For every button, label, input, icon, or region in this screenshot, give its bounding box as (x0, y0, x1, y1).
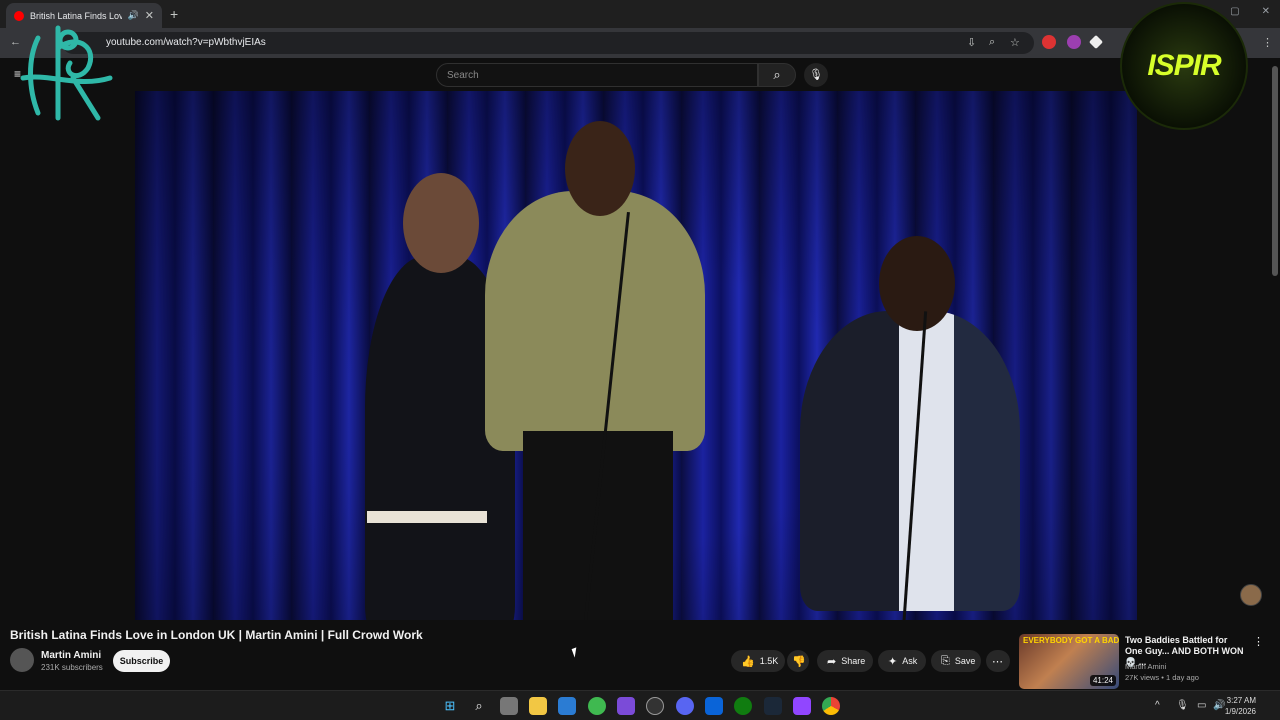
recommended-video-stats: 27K views • 1 day ago (1125, 673, 1199, 682)
search-input[interactable]: Search (436, 63, 758, 87)
zoom-icon[interactable]: ⌕ (989, 36, 995, 49)
channel-avatar[interactable] (10, 648, 34, 672)
new-tab-button[interactable]: + (170, 6, 178, 22)
file-explorer-icon[interactable] (529, 697, 547, 715)
search-icon: ⌕ (773, 67, 781, 82)
bookmark-star-icon[interactable]: ☆ (1010, 36, 1020, 49)
close-window-icon[interactable]: ✕ (1262, 6, 1270, 17)
browser-toolbar: ← youtube.com/watch?v=pWbthvjEIAs ⇩ ⌕ ☆ … (0, 28, 1280, 58)
thumbs-up-icon: 👍 (741, 655, 755, 668)
like-count: 1.5K (759, 656, 779, 666)
clock-date: 1/9/2026 (1224, 707, 1256, 716)
video-figure (367, 511, 487, 523)
browser-menu-icon[interactable]: ⋮ (1262, 36, 1273, 49)
recommended-video-meta: Martin Amini 27K views • 1 day ago (1125, 661, 1199, 683)
channel-name[interactable]: Martin Amini (41, 650, 101, 661)
page-scrollbar[interactable] (1272, 66, 1278, 276)
thumbnail-caption: EVERYBODY GOT A BADDIE (1023, 636, 1119, 645)
windows-taskbar: ⊞ ⌕ ^ 🎙 ▭ 🔊 3:27 AM 1/9/2026 (0, 690, 1280, 720)
tray-overflow-icon[interactable]: ^ (1155, 700, 1160, 711)
browser-tab-strip: British Latina Finds Love in 🔊 ✕ + — ▢ ✕ (0, 0, 1280, 28)
dislike-button[interactable]: 👎 (787, 650, 809, 672)
sparkle-icon: ✦ (888, 655, 898, 668)
video-figure (403, 173, 479, 273)
mail-icon[interactable] (705, 697, 723, 715)
youtube-header: ≡ Search ⌕ 🎙 (0, 58, 1280, 91)
store-icon[interactable] (558, 697, 576, 715)
clock-time: 3:27 AM (1226, 696, 1256, 705)
search-icon[interactable]: ⌕ (470, 697, 488, 715)
thumbs-down-icon: 👎 (792, 655, 806, 668)
microphone-icon: 🎙 (809, 69, 823, 81)
share-label: Share (841, 656, 866, 666)
xbox-icon[interactable] (734, 697, 752, 715)
subscribe-button[interactable]: Subscribe (113, 650, 170, 672)
extension-icon[interactable] (1067, 35, 1081, 49)
speaker-icon[interactable]: 🔊 (128, 10, 139, 21)
video-figure (879, 236, 955, 331)
search-button[interactable]: ⌕ (758, 63, 796, 87)
share-button[interactable]: ➦ Share (817, 650, 873, 672)
close-tab-icon[interactable]: ✕ (145, 9, 154, 22)
video-figure (565, 121, 635, 216)
video-figure (485, 191, 705, 451)
streamer-logo-right: ISPIR (1120, 2, 1248, 130)
chrome-icon[interactable] (822, 697, 840, 715)
microphone-tray-icon[interactable]: 🎙 (1176, 700, 1189, 711)
save-button[interactable]: ⎘ Save (931, 650, 981, 672)
maximize-icon[interactable]: ▢ (1230, 6, 1239, 17)
more-dots-icon: ⋯ (992, 655, 1003, 668)
network-icon[interactable]: ▭ (1197, 700, 1206, 711)
video-player[interactable] (135, 91, 1137, 620)
address-bar[interactable]: youtube.com/watch?v=pWbthvjEIAs (62, 32, 1034, 54)
windows-start-icon[interactable]: ⊞ (441, 697, 459, 715)
extension-icon[interactable] (1088, 34, 1104, 50)
steam-icon[interactable] (764, 697, 782, 715)
channel-subscriber-count: 231K subscribers (41, 663, 103, 672)
save-label: Save (954, 656, 976, 666)
like-button[interactable]: 👍 1.5K (731, 650, 785, 672)
ask-button[interactable]: ✦ Ask (878, 650, 926, 672)
account-avatar[interactable] (1240, 584, 1262, 606)
extension-icon[interactable] (1042, 35, 1056, 49)
recommended-video-thumbnail[interactable]: EVERYBODY GOT A BADDIE 41:24 (1019, 634, 1119, 689)
system-clock[interactable]: 3:27 AM 1/9/2026 (1225, 695, 1256, 717)
task-view-icon[interactable] (500, 697, 518, 715)
url-text: youtube.com/watch?v=pWbthvjEIAs (106, 37, 266, 48)
volume-icon[interactable]: 🔊 (1213, 700, 1225, 711)
recommended-more-icon[interactable]: ⋮ (1253, 635, 1264, 648)
video-duration: 41:24 (1089, 675, 1116, 686)
app-grid-icon[interactable] (617, 697, 635, 715)
video-title: British Latina Finds Love in London UK |… (10, 628, 423, 642)
video-figure (523, 431, 673, 620)
video-figure (800, 311, 1020, 611)
voice-search-button[interactable]: 🎙 (804, 63, 828, 87)
streamer-logo-left (20, 25, 113, 121)
app-icon[interactable] (588, 697, 606, 715)
mouse-cursor-icon (571, 647, 580, 658)
more-actions-button[interactable]: ⋯ (986, 650, 1010, 672)
recommended-video-channel: Martin Amini (1125, 662, 1167, 671)
streamer-logo-text: ISPIR (1147, 49, 1221, 82)
ask-label: Ask (902, 656, 918, 666)
discord-icon[interactable] (676, 697, 694, 715)
search-placeholder: Search (447, 70, 479, 81)
obs-icon[interactable] (646, 697, 664, 715)
bookmark-icon: ⎘ (941, 654, 950, 667)
share-arrow-icon: ➦ (827, 655, 837, 668)
install-icon[interactable]: ⇩ (967, 36, 976, 49)
app-icon[interactable] (793, 697, 811, 715)
